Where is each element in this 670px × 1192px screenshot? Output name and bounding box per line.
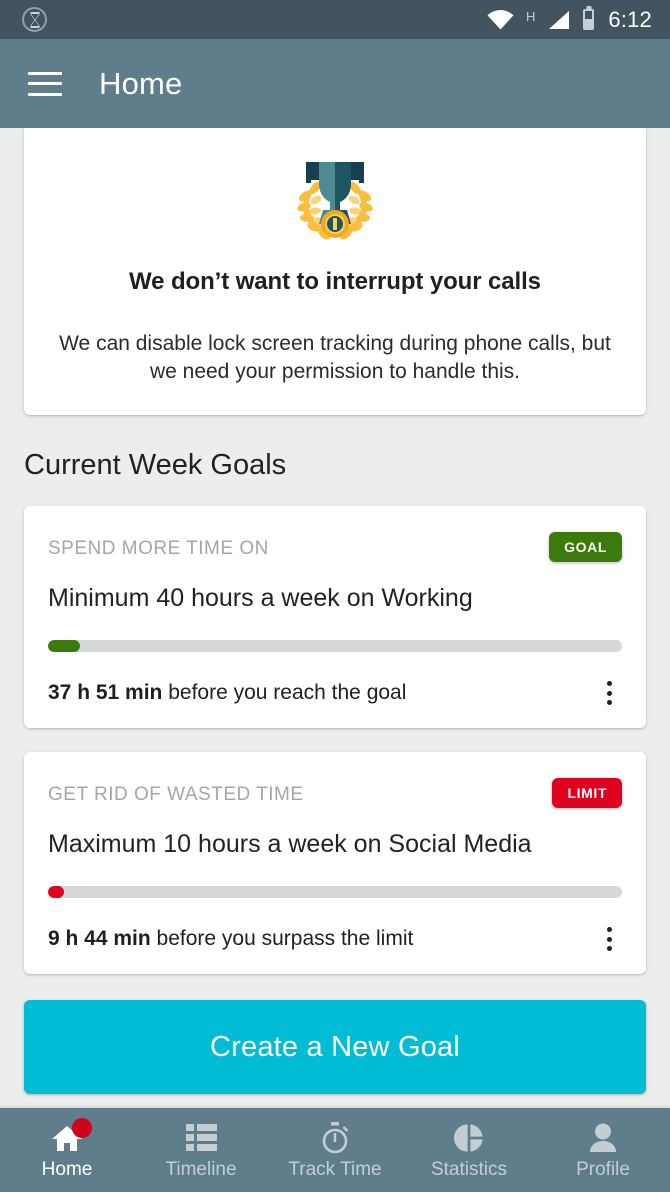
kebab-dot xyxy=(606,700,612,706)
permission-title: We don’t want to interrupt your calls xyxy=(129,268,541,295)
section-title-current-week-goals: Current Week Goals xyxy=(24,449,287,482)
create-new-goal-button[interactable]: Create a New Goal xyxy=(24,1000,646,1095)
wifi-icon xyxy=(487,9,514,30)
status-bar-right: H 6:12 xyxy=(487,6,652,32)
nav-label-track-time: Track Time xyxy=(288,1158,382,1180)
list-row xyxy=(185,1124,217,1131)
goal-card-header: GET RID OF WASTED TIME LIMIT xyxy=(48,778,622,809)
progress-bar-fill xyxy=(48,640,80,653)
goal-title: Maximum 10 hours a week on Social Media xyxy=(48,830,532,859)
nav-item-timeline[interactable]: Timeline xyxy=(134,1108,268,1192)
kebab-dot xyxy=(606,946,612,952)
hamburger-menu-icon[interactable] xyxy=(28,71,62,96)
list-row xyxy=(185,1134,217,1141)
notification-badge xyxy=(72,1117,92,1138)
list-bullet xyxy=(185,1134,194,1141)
hamburger-line xyxy=(28,82,62,85)
nav-item-track-time[interactable]: Track Time xyxy=(268,1108,402,1192)
permission-card[interactable]: We don’t want to interrupt your calls We… xyxy=(24,128,646,416)
hamburger-line xyxy=(28,71,62,75)
nav-item-statistics[interactable]: Statistics xyxy=(402,1108,536,1192)
page-title: Home xyxy=(99,65,183,101)
goal-status-text: 9 h 44 min before you surpass the limit xyxy=(48,927,413,951)
list-bullet xyxy=(185,1144,194,1151)
progress-bar-fill xyxy=(48,886,65,899)
goal-kicker: GET RID OF WASTED TIME xyxy=(48,784,304,806)
trophy-medal-icon xyxy=(48,154,622,246)
status-bar: H 6:12 xyxy=(0,0,670,39)
home-icon xyxy=(51,1117,92,1154)
goal-remaining-value: 37 h 51 min xyxy=(48,681,163,705)
kebab-dot xyxy=(606,690,612,696)
goal-kicker: SPEND MORE TIME ON xyxy=(48,538,269,560)
kebab-dot xyxy=(606,927,612,933)
pie-chart-icon xyxy=(454,1122,484,1154)
goal-status-text: 37 h 51 min before you reach the goal xyxy=(48,681,406,705)
goal-card-footer: 9 h 44 min before you surpass the limit xyxy=(48,924,622,954)
nav-label-timeline: Timeline xyxy=(165,1158,237,1180)
status-badge: GOAL xyxy=(549,532,622,563)
network-type-label: H xyxy=(525,8,536,24)
app-bar: Home xyxy=(0,39,670,128)
list-row xyxy=(185,1144,217,1151)
goal-card-header: SPEND MORE TIME ON GOAL xyxy=(48,532,622,563)
list-line xyxy=(196,1144,217,1151)
goal-title: Minimum 40 hours a week on Working xyxy=(48,584,473,613)
kebab-menu-icon[interactable] xyxy=(596,678,622,708)
signal-icon xyxy=(549,10,570,29)
goal-card[interactable]: GET RID OF WASTED TIME LIMIT Maximum 10 … xyxy=(24,752,646,975)
list-line xyxy=(196,1124,217,1131)
person-icon xyxy=(589,1122,617,1154)
battery-icon xyxy=(583,9,595,30)
permission-body: We can disable lock screen tracking duri… xyxy=(59,332,611,383)
nav-label-statistics: Statistics xyxy=(430,1158,508,1180)
goal-remaining-value: 9 h 44 min xyxy=(48,927,151,951)
nav-label-home: Home xyxy=(41,1158,93,1180)
status-badge: LIMIT xyxy=(552,778,622,809)
progress-bar xyxy=(48,640,622,653)
list-line xyxy=(196,1134,217,1141)
nav-item-home[interactable]: Home xyxy=(0,1108,134,1192)
status-bar-left xyxy=(22,7,47,32)
nav-item-profile[interactable]: Profile xyxy=(536,1108,670,1192)
clock-time: 6:12 xyxy=(608,6,652,32)
kebab-menu-icon[interactable] xyxy=(596,924,622,954)
app-root: H 6:12 Home We don’t want to interrupt y… xyxy=(0,0,670,1192)
goal-remaining-label: before you surpass the limit xyxy=(150,927,414,951)
bottom-navigation-bar: Home Timeline Track Time Statistics Prof… xyxy=(0,1108,670,1192)
goal-card[interactable]: SPEND MORE TIME ON GOAL Minimum 40 hours… xyxy=(24,506,646,729)
kebab-dot xyxy=(606,936,612,942)
list-icon xyxy=(185,1122,217,1154)
goal-remaining-label: before you reach the goal xyxy=(162,681,407,705)
nav-label-profile: Profile xyxy=(576,1158,630,1180)
progress-bar xyxy=(48,886,622,899)
kebab-dot xyxy=(606,681,612,687)
hourglass-icon xyxy=(22,7,47,32)
goal-card-footer: 37 h 51 min before you reach the goal xyxy=(48,678,622,708)
list-bullet xyxy=(185,1124,194,1131)
scroll-content[interactable]: We don’t want to interrupt your calls We… xyxy=(0,128,670,1108)
stopwatch-icon xyxy=(320,1121,350,1154)
hamburger-line xyxy=(28,92,62,96)
